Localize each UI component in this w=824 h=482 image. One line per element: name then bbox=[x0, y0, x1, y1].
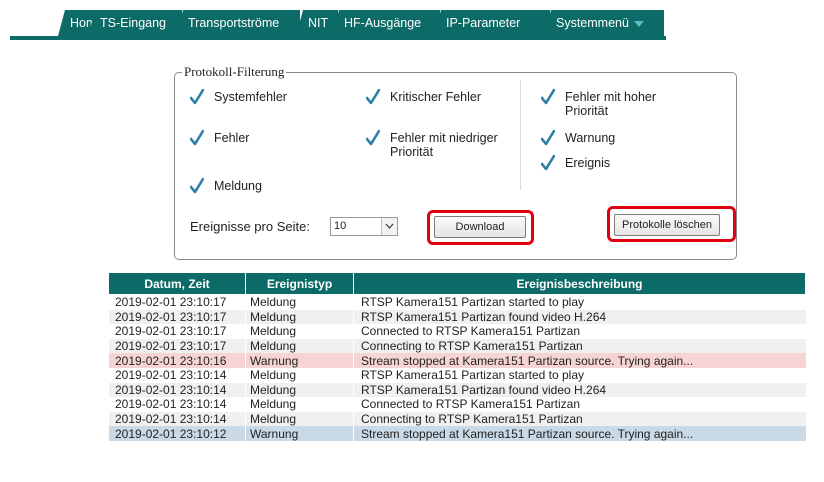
events-per-page-select[interactable]: 10 bbox=[330, 217, 398, 236]
checkbox-fehler-hohe-prioritaet[interactable]: Fehler mit hoher Priorität bbox=[541, 89, 701, 119]
cell-type: Warnung bbox=[245, 353, 354, 368]
log-filter-legend: Protokoll-Filterung bbox=[182, 64, 287, 80]
events-per-page-label: Ereignisse pro Seite: bbox=[190, 219, 310, 234]
cell-time: 2019-02-01 23:10:14 bbox=[108, 397, 246, 412]
checkbox-label: Fehler mit hoher Priorität bbox=[565, 90, 657, 118]
table-row[interactable]: 2019-02-01 23:10:17 Meldung RTSP Kamera151… bbox=[108, 309, 806, 325]
checkbox-label: Ereignis bbox=[565, 156, 611, 170]
cell-time: 2019-02-01 23:10:17 bbox=[108, 309, 246, 325]
checkbox-fehler-niedrige-prioritaet[interactable]: Fehler mit niedriger Priorität bbox=[366, 130, 526, 160]
cell-type: Meldung bbox=[245, 411, 354, 427]
cell-time: 2019-02-01 23:10:14 bbox=[108, 382, 246, 398]
cell-description: Connected to RTSP Kamera151 Partizan bbox=[353, 397, 806, 412]
checkbox-label: Meldung bbox=[214, 179, 262, 193]
tab-hf-ausgaenge[interactable]: HF-Ausgänge bbox=[332, 10, 440, 36]
cell-description: RTSP Kamera151 Partizan found video H.26… bbox=[353, 382, 806, 398]
clear-logs-button[interactable]: Protokolle löschen bbox=[614, 214, 720, 236]
checkmark-icon bbox=[541, 89, 555, 105]
cell-type: Meldung bbox=[245, 397, 354, 412]
cell-type: Meldung bbox=[245, 338, 354, 354]
checkbox-label: Fehler bbox=[214, 131, 250, 145]
checkbox-label: Fehler mit niedriger Priorität bbox=[390, 131, 498, 159]
cell-time: 2019-02-01 23:10:16 bbox=[108, 353, 246, 368]
checkmark-icon bbox=[190, 130, 204, 146]
column-header-description[interactable]: Ereignisbeschreibung bbox=[353, 272, 806, 295]
tab-ip-parameter[interactable]: IP-Parameter bbox=[434, 10, 550, 36]
column-header-event-type[interactable]: Ereignistyp bbox=[245, 272, 354, 295]
checkbox-label: Warnung bbox=[565, 131, 616, 145]
tab-underline bbox=[10, 36, 666, 40]
table-row[interactable]: 2019-02-01 23:10:17 Meldung Connected to R… bbox=[108, 324, 806, 339]
checkbox-kritischer-fehler[interactable]: Kritischer Fehler bbox=[366, 89, 526, 119]
cell-type: Meldung bbox=[245, 309, 354, 325]
cell-time: 2019-02-01 23:10:14 bbox=[108, 367, 246, 383]
column-header-datetime[interactable]: Datum, Zeit bbox=[108, 272, 246, 295]
chevron-down-icon bbox=[385, 223, 394, 229]
cell-time: 2019-02-01 23:10:17 bbox=[108, 324, 246, 339]
cell-type: Meldung bbox=[245, 324, 354, 339]
cell-description: Stream stopped at Kamera151 Partizan sou… bbox=[353, 426, 806, 441]
checkmark-icon bbox=[366, 89, 380, 105]
tab-systemmenue[interactable]: Systemmenü bbox=[544, 10, 664, 36]
table-row[interactable]: 2019-02-01 23:10:17 Meldung Connecting to … bbox=[108, 338, 806, 354]
tab-transportstroeme[interactable]: Transportströme bbox=[176, 10, 300, 36]
table-row[interactable]: 2019-02-01 23:10:14 Meldung Connected to R… bbox=[108, 397, 806, 412]
main-navigation: Home TS-Eingang Transportströme NIT HF-A… bbox=[0, 0, 824, 42]
checkbox-label: Systemfehler bbox=[214, 90, 287, 104]
table-row[interactable]: 2019-02-01 23:10:17 Meldung RTSP Kamera151… bbox=[108, 294, 806, 310]
cell-type: Meldung bbox=[245, 367, 354, 383]
table-row-selected[interactable]: 2019-02-01 23:10:12 Warnung Stream stopped… bbox=[108, 426, 806, 441]
checkbox-label: Kritischer Fehler bbox=[390, 90, 481, 104]
cell-time: 2019-02-01 23:10:12 bbox=[108, 426, 246, 441]
checkmark-icon bbox=[541, 155, 555, 171]
table-row[interactable]: 2019-02-01 23:10:14 Meldung Connecting to … bbox=[108, 411, 806, 427]
cell-description: Connected to RTSP Kamera151 Partizan bbox=[353, 324, 806, 339]
checkbox-meldung[interactable]: Meldung bbox=[190, 178, 350, 208]
cell-type: Meldung bbox=[245, 294, 354, 310]
tab-systemmenue-label: Systemmenü bbox=[556, 16, 629, 30]
table-row[interactable]: 2019-02-01 23:10:14 Meldung RTSP Kamera151… bbox=[108, 382, 806, 398]
cell-description: RTSP Kamera151 Partizan started to play bbox=[353, 367, 806, 383]
cell-description: Connecting to RTSP Kamera151 Partizan bbox=[353, 411, 806, 427]
cell-description: RTSP Kamera151 Partizan found video H.26… bbox=[353, 309, 806, 325]
cell-description: RTSP Kamera151 Partizan started to play bbox=[353, 294, 806, 310]
tab-ts-eingang[interactable]: TS-Eingang bbox=[88, 10, 182, 36]
checkbox-ereignis[interactable]: Ereignis bbox=[541, 155, 701, 185]
event-log-table: Datum, Zeit Ereignistyp Ereignisbeschrei… bbox=[108, 272, 806, 441]
cell-description: Stream stopped at Kamera151 Partizan sou… bbox=[353, 353, 806, 368]
cell-time: 2019-02-01 23:10:17 bbox=[108, 338, 246, 354]
download-button[interactable]: Download bbox=[434, 216, 526, 238]
cell-time: 2019-02-01 23:10:14 bbox=[108, 411, 246, 427]
dropdown-arrow-icon bbox=[633, 20, 644, 27]
table-row-warning[interactable]: 2019-02-01 23:10:16 Warnung Stream stopped… bbox=[108, 353, 806, 368]
select-dropdown-button[interactable] bbox=[381, 218, 397, 235]
checkmark-icon bbox=[366, 130, 380, 146]
checkmark-icon bbox=[190, 178, 204, 194]
events-per-page-value: 10 bbox=[334, 220, 347, 232]
cell-type: Meldung bbox=[245, 382, 354, 398]
checkmark-icon bbox=[190, 89, 204, 105]
checkbox-fehler[interactable]: Fehler bbox=[190, 130, 350, 160]
cell-type: Warnung bbox=[245, 426, 354, 441]
tab-nit[interactable]: NIT bbox=[296, 10, 338, 36]
checkmark-icon bbox=[541, 130, 555, 146]
cell-description: Connecting to RTSP Kamera151 Partizan bbox=[353, 338, 806, 354]
table-row[interactable]: 2019-02-01 23:10:14 Meldung RTSP Kamera151… bbox=[108, 367, 806, 383]
table-header-row: Datum, Zeit Ereignistyp Ereignisbeschrei… bbox=[108, 272, 806, 295]
checkbox-systemfehler[interactable]: Systemfehler bbox=[190, 89, 350, 119]
cell-time: 2019-02-01 23:10:17 bbox=[108, 294, 246, 310]
